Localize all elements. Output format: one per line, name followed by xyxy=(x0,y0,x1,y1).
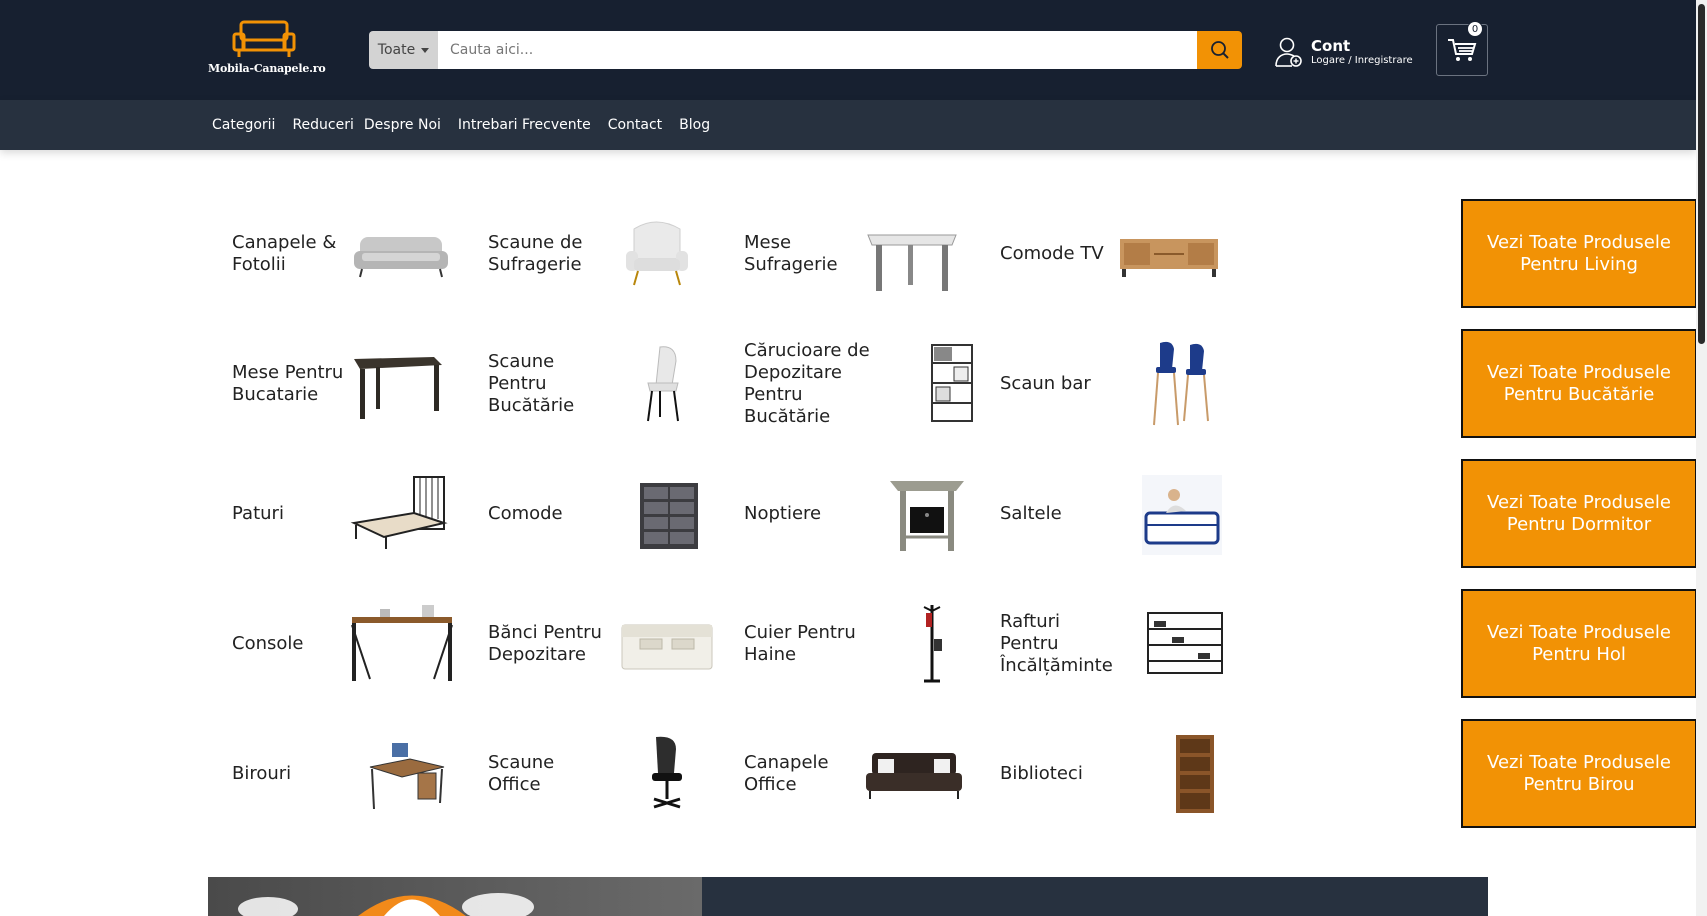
category-scaune-office[interactable]: Scaune Office xyxy=(476,719,716,829)
logo[interactable]: Mobila-Canapele.ro xyxy=(208,20,326,78)
nav-categorii[interactable]: Categorii xyxy=(212,117,275,133)
sofa-icon xyxy=(354,237,448,278)
mattress-icon xyxy=(1142,475,1222,555)
promo-banner-image xyxy=(208,877,702,916)
category-label: Canapele & Fotolii xyxy=(232,232,337,275)
bar-stools-icon xyxy=(1153,341,1209,426)
category-console[interactable]: Console xyxy=(220,589,460,699)
category-label: Comode TV xyxy=(1000,243,1104,264)
category-banci-depozitare[interactable]: Bănci Pentru Depozitare xyxy=(476,589,716,699)
category-label: Canapele Office xyxy=(744,752,829,795)
dresser-icon xyxy=(640,483,698,549)
category-label: Scaune Pentru Bucătărie xyxy=(488,351,575,416)
umbrella-icon xyxy=(238,893,534,916)
category-label: Scaun bar xyxy=(1000,373,1091,394)
category-label: Paturi xyxy=(232,503,284,524)
category-label: Birouri xyxy=(232,763,292,784)
category-saltele[interactable]: Saltele xyxy=(988,459,1228,569)
category-canapele-fotolii[interactable]: Canapele & Fotolii xyxy=(220,199,460,309)
account-link[interactable]: Cont Logare / Inregistrare xyxy=(1275,34,1413,70)
category-cuier-haine[interactable]: Cuier Pentru Haine xyxy=(732,589,972,699)
storage-bench-icon xyxy=(621,624,713,670)
nav-intrebari-frecvente[interactable]: Intrebari Frecvente xyxy=(458,117,591,133)
category-rafturi-incaltaminte[interactable]: Rafturi Pentru Încălțăminte xyxy=(988,589,1228,699)
category-label: Saltele xyxy=(1000,503,1062,524)
account-text: Cont Logare / Inregistrare xyxy=(1311,36,1413,67)
cta-dormitor[interactable]: Vezi Toate Produsele Pentru Dormitor xyxy=(1461,459,1697,568)
cta-birou[interactable]: Vezi Toate Produsele Pentru Birou xyxy=(1461,719,1697,828)
category-comode-tv[interactable]: Comode TV xyxy=(988,199,1228,309)
cta-living[interactable]: Vezi Toate Produsele Pentru Living xyxy=(1461,199,1697,308)
cart-count-badge: 0 xyxy=(1467,21,1483,37)
category-label: Rafturi Pentru Încălțăminte xyxy=(1000,611,1113,676)
dining-table-icon xyxy=(867,234,957,291)
search-category-value: Toate xyxy=(377,42,416,58)
category-label: Comode xyxy=(488,503,563,524)
cta-hol[interactable]: Vezi Toate Produsele Pentru Hol xyxy=(1461,589,1697,698)
category-scaune-sufragerie[interactable]: Scaune de Sufragerie xyxy=(476,199,716,309)
chevron-down-icon xyxy=(421,47,430,53)
office-chair-icon xyxy=(652,736,682,809)
tv-stand-icon xyxy=(1120,239,1218,277)
category-canapele-office[interactable]: Canapele Office xyxy=(732,719,972,829)
category-carucioare-depozitare[interactable]: Cărucioare de Depozitare Pentru Bucătări… xyxy=(732,329,973,439)
sofa-logo-icon xyxy=(232,20,296,57)
kitchen-cart-icon xyxy=(931,344,973,422)
category-scaune-bucatarie[interactable]: Scaune Pentru Bucătărie xyxy=(476,329,716,439)
category-label: Cuier Pentru Haine xyxy=(744,622,856,665)
nav-blog[interactable]: Blog xyxy=(679,117,710,133)
scrollbar-thumb[interactable] xyxy=(1698,4,1705,344)
category-label: Biblioteci xyxy=(1000,763,1083,784)
cart-icon xyxy=(1448,39,1477,61)
kitchen-table-icon xyxy=(354,357,442,419)
category-comode[interactable]: Comode xyxy=(476,459,716,569)
category-label: Console xyxy=(232,633,304,654)
search-icon xyxy=(1210,41,1229,59)
category-label: Mese Sufragerie xyxy=(744,232,838,275)
nav-despre-noi[interactable]: Despre Noi xyxy=(364,117,441,133)
user-icon xyxy=(1275,37,1302,67)
category-biblioteci[interactable]: Biblioteci xyxy=(988,719,1228,829)
category-label: Scaune de Sufragerie xyxy=(488,232,583,275)
desk-icon xyxy=(369,743,445,810)
nav-reduceri[interactable]: Reduceri xyxy=(292,117,353,133)
page-scrollbar[interactable] xyxy=(1696,0,1707,916)
nav-contact[interactable]: Contact xyxy=(608,117,662,133)
account-title: Cont xyxy=(1311,36,1351,55)
kitchen-chair-icon xyxy=(647,346,679,422)
category-label: Mese Pentru Bucatarie xyxy=(232,362,344,405)
category-mese-sufragerie[interactable]: Mese Sufragerie xyxy=(732,199,972,309)
bed-frame-icon xyxy=(350,476,448,549)
category-paturi[interactable]: Paturi xyxy=(220,459,460,569)
armchair-icon xyxy=(626,221,688,286)
category-mese-bucatarie[interactable]: Mese Pentru Bucatarie xyxy=(220,329,460,439)
category-label: Scaune Office xyxy=(488,752,555,795)
category-label: Noptiere xyxy=(744,503,822,524)
main-nav: Categorii Reduceri Despre Noi Intrebari … xyxy=(0,100,1696,150)
office-sofa-icon xyxy=(866,753,962,799)
cta-bucatarie[interactable]: Vezi Toate Produsele Pentru Bucătărie xyxy=(1461,329,1697,438)
console-table-icon xyxy=(351,605,453,681)
category-label: Bănci Pentru Depozitare xyxy=(488,622,602,665)
coat-rack-icon xyxy=(923,605,942,683)
shoe-rack-icon xyxy=(1147,612,1223,674)
cart-button[interactable]: 0 xyxy=(1436,21,1488,76)
search-button[interactable] xyxy=(1197,31,1242,69)
top-header: Mobila-Canapele.ro Toate Cont Logare / I… xyxy=(0,0,1696,100)
account-subtitle: Logare / Inregistrare xyxy=(1311,54,1413,66)
bookcase-icon xyxy=(1176,735,1214,813)
search-input[interactable] xyxy=(438,31,1197,69)
search-bar: Toate xyxy=(369,31,1242,69)
category-scaun-bar[interactable]: Scaun bar xyxy=(988,329,1228,439)
category-birouri[interactable]: Birouri xyxy=(220,719,460,829)
nightstand-icon xyxy=(890,481,964,551)
promo-banner[interactable] xyxy=(208,877,1488,916)
search-category-select[interactable]: Toate xyxy=(369,31,438,69)
logo-text: Mobila-Canapele.ro xyxy=(208,62,326,75)
category-noptiere[interactable]: Noptiere xyxy=(732,459,972,569)
